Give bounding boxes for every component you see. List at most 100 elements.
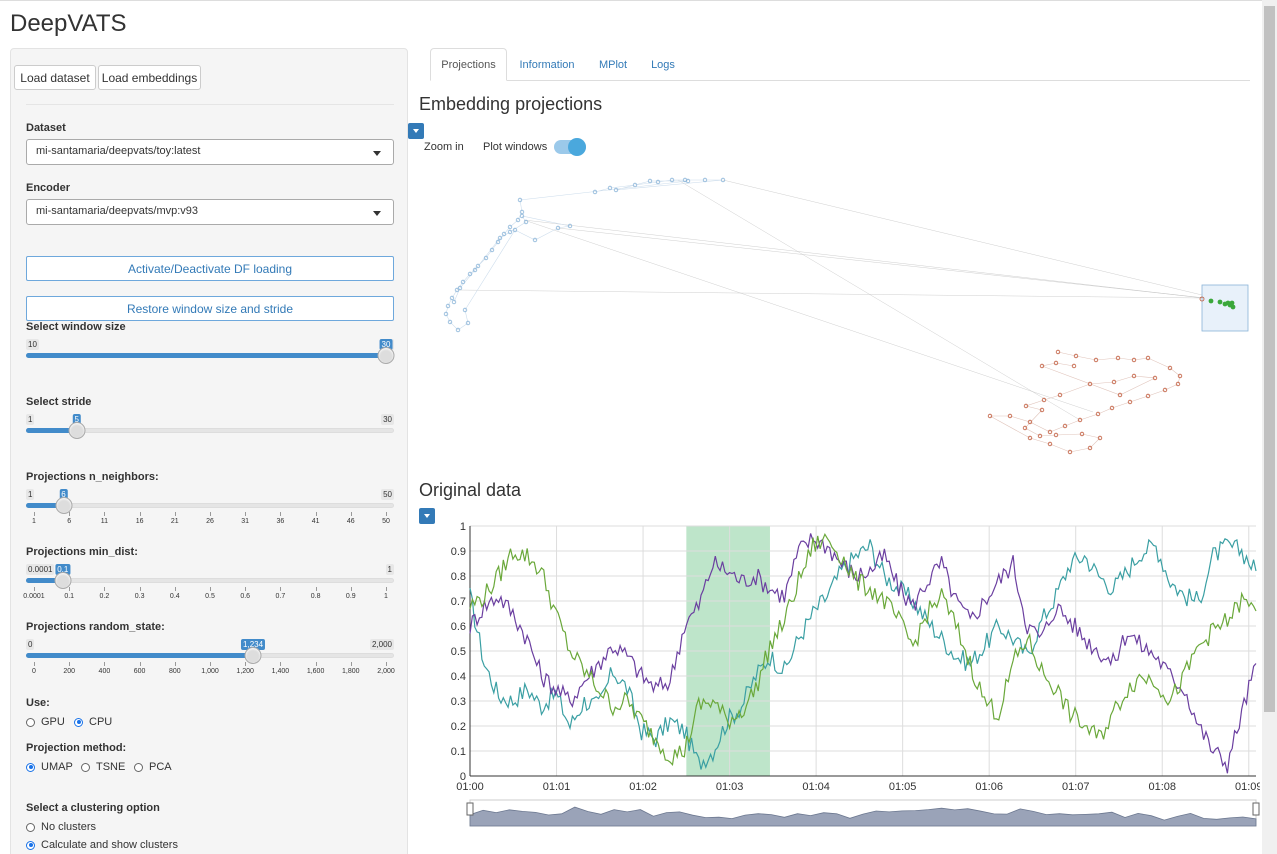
slider-tick-label: 0.2 — [99, 593, 110, 600]
radio-gpu[interactable]: GPU — [26, 716, 65, 728]
projection-edge — [722, 179, 1203, 296]
radio-no-clusters[interactable]: No clusters — [26, 821, 96, 833]
dataset-label: Dataset — [26, 122, 66, 134]
slider-label: Projections n_neighbors: — [26, 471, 159, 483]
radio-umap[interactable]: UMAP — [26, 761, 73, 773]
radio-no-clusters-dot[interactable] — [26, 822, 35, 832]
slider-tick-label: 50 — [382, 518, 390, 525]
slider-tick-label: 0.6 — [240, 593, 251, 600]
slider-tick — [104, 587, 106, 591]
slider-min-label: 1 — [26, 489, 35, 500]
radio-umap-dot[interactable] — [26, 762, 35, 772]
x-tick-label: 01:03 — [716, 781, 744, 793]
slider-tick-label: 1,200 — [236, 668, 254, 675]
range-handle — [466, 802, 474, 816]
clustering-label: Select a clustering option — [26, 802, 160, 814]
slider-tick-label: 1,400 — [271, 668, 290, 675]
slider-tick-label: 0.1 — [64, 593, 75, 600]
slider-tick-label: 1 — [32, 518, 36, 525]
slider-tick — [34, 662, 35, 666]
plot-windows-toggle-knob[interactable] — [568, 138, 586, 156]
embedding-projections-title: Embedding projections — [419, 94, 603, 114]
slider[interactable]: 0 2,000 1,234 0 200 400 600 800 1,000 1,200 1,400 1… — [26, 639, 395, 679]
radio-pca-dot[interactable] — [134, 762, 143, 772]
projections-dropdown-button[interactable] — [408, 123, 424, 139]
slider-tick — [139, 512, 141, 516]
tab-information[interactable]: Information — [510, 48, 584, 81]
embedding-scatter-plot[interactable] — [430, 170, 1260, 470]
radio-pca[interactable]: PCA — [134, 761, 172, 773]
scrollbar-thumb[interactable] — [1264, 6, 1275, 712]
slider-tick — [350, 662, 352, 666]
radio-gpu-dot[interactable] — [26, 717, 35, 727]
encoder-select[interactable]: mi-santamaria/deepvats/mvp:v93 — [26, 199, 394, 225]
radio-show-clusters-dot[interactable] — [26, 840, 35, 850]
activate-df-loading-button[interactable]: Activate/Deactivate DF loading — [26, 256, 394, 281]
radio-show-clusters[interactable]: Calculate and show clusters — [26, 839, 178, 851]
slider-tick — [280, 662, 282, 666]
slider-min-label: 10 — [26, 339, 39, 350]
series-line — [469, 533, 1257, 774]
slider-handle[interactable] — [68, 422, 86, 439]
slider-tick-label: 6 — [67, 518, 72, 525]
slider-tick-label: 0.3 — [134, 593, 145, 600]
slider-tick — [174, 587, 176, 591]
projection-edge — [456, 289, 1204, 299]
dataset-select[interactable]: mi-santamaria/deepvats/toy:latest — [26, 139, 394, 165]
slider-track[interactable] — [26, 503, 394, 508]
slider-tick — [350, 512, 352, 516]
radio-no-clusters-label: No clusters — [41, 821, 97, 833]
slider-tick-label: 31 — [241, 518, 250, 525]
radio-tsne[interactable]: TSNE — [81, 761, 125, 773]
tab-projections[interactable]: Projections — [430, 48, 507, 81]
slider[interactable]: 1 30 5 — [26, 414, 394, 454]
slider-tick — [104, 512, 106, 516]
radio-cpu-dot[interactable] — [74, 717, 83, 727]
slider-label: Projections min_dist: — [26, 546, 138, 558]
load-dataset-button[interactable]: Load dataset — [14, 65, 96, 90]
app-title: DeepVATS — [10, 10, 127, 37]
original-data-chart[interactable]: 00.10.20.30.40.50.60.70.80.9101:00 01:01 0… — [430, 520, 1260, 830]
slider-max-label: 1 — [385, 564, 394, 575]
x-tick-label: 01:02 — [629, 781, 657, 793]
slider-tick — [34, 512, 35, 516]
slider-tick — [315, 587, 317, 591]
slider-tick — [139, 587, 141, 591]
load-embeddings-button[interactable]: Load embeddings — [98, 65, 201, 90]
zoom-in-label[interactable]: Zoom in — [424, 141, 464, 153]
slider[interactable]: 103030 — [26, 339, 395, 379]
slider-tick-label: 0 — [32, 668, 36, 675]
slider-tick — [280, 512, 282, 516]
slider-tick — [210, 512, 211, 516]
x-tick-label: 01:08 — [1148, 781, 1176, 793]
encoder-select-value: mi-santamaria/deepvats/mvp:v93 — [36, 205, 199, 217]
x-tick-label: 01:06 — [975, 781, 1003, 793]
tab-logs[interactable]: Logs — [644, 48, 682, 81]
slider[interactable]: 0.0001 1 0.1 0.0001 0.1 0.2 0.3 0.4 0.5 0.6 0.7 0.8… — [23, 564, 394, 604]
slider-handle[interactable] — [377, 347, 395, 364]
radio-tsne-dot[interactable] — [81, 762, 90, 772]
slider-tick — [245, 587, 247, 591]
slider-tick — [34, 587, 35, 591]
slider-tick — [386, 587, 387, 591]
series-line — [469, 537, 1257, 770]
y-tick-label: 1 — [460, 521, 466, 533]
radio-tsne-label: TSNE — [96, 761, 126, 773]
y-tick-label: 0.7 — [451, 596, 466, 608]
blue-trajectory — [445, 179, 724, 331]
slider-track[interactable] — [26, 578, 394, 583]
slider-tick — [280, 587, 282, 591]
sidebar: Load dataset Load embeddings Dataset mi-… — [10, 48, 408, 854]
chevron-down-icon — [373, 211, 381, 216]
slider-tick-label: 0.5 — [205, 593, 215, 600]
radio-cpu[interactable]: CPU — [74, 716, 112, 728]
projection-edge — [677, 179, 1081, 421]
tab-mplot[interactable]: MPlot — [590, 48, 636, 81]
projection-edge — [523, 219, 1094, 413]
use-label: Use: — [26, 697, 50, 709]
slider[interactable]: 1 50 6 1 6 11 16 21 26 31 36 41 46 50 — [26, 489, 394, 529]
slider-tick-label: 0.9 — [345, 593, 356, 600]
slider-tick — [210, 587, 211, 591]
restore-window-button[interactable]: Restore window size and stride — [26, 296, 394, 321]
slider-tick — [386, 512, 387, 516]
